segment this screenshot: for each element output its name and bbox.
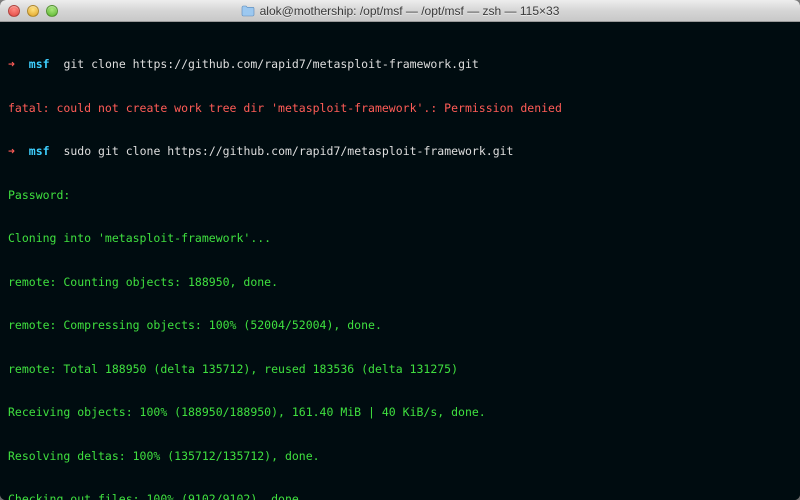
output-line: remote: Counting objects: 188950, done. xyxy=(8,275,792,290)
prompt-arrow-icon: ➜ xyxy=(8,57,15,71)
window-title: alok@mothership: /opt/msf — /opt/msf — z… xyxy=(0,0,800,21)
folder-icon xyxy=(241,5,255,17)
prompt-line: ➜ msf sudo git clone https://github.com/… xyxy=(8,144,792,159)
output-line: remote: Compressing objects: 100% (52004… xyxy=(8,318,792,333)
prompt-context: msf xyxy=(29,57,50,71)
command-text: sudo git clone https://github.com/rapid7… xyxy=(63,144,513,158)
terminal-body[interactable]: ➜ msf git clone https://github.com/rapid… xyxy=(0,22,800,500)
prompt-arrow-icon: ➜ xyxy=(8,144,15,158)
zoom-icon[interactable] xyxy=(46,5,58,17)
error-output: fatal: could not create work tree dir 'm… xyxy=(8,101,792,116)
output-line: remote: Total 188950 (delta 135712), reu… xyxy=(8,362,792,377)
prompt-line: ➜ msf git clone https://github.com/rapid… xyxy=(8,57,792,72)
prompt-context: msf xyxy=(29,144,50,158)
output-line: Password: xyxy=(8,188,792,203)
output-line: Cloning into 'metasploit-framework'... xyxy=(8,231,792,246)
command-text: git clone https://github.com/rapid7/meta… xyxy=(63,57,478,71)
window-controls xyxy=(0,5,58,17)
terminal-window: alok@mothership: /opt/msf — /opt/msf — z… xyxy=(0,0,800,500)
close-icon[interactable] xyxy=(8,5,20,17)
titlebar[interactable]: alok@mothership: /opt/msf — /opt/msf — z… xyxy=(0,0,800,22)
output-line: Resolving deltas: 100% (135712/135712), … xyxy=(8,449,792,464)
window-title-text: alok@mothership: /opt/msf — /opt/msf — z… xyxy=(260,4,560,18)
minimize-icon[interactable] xyxy=(27,5,39,17)
output-line: Receiving objects: 100% (188950/188950),… xyxy=(8,405,792,420)
output-line: Checking out files: 100% (9102/9102), do… xyxy=(8,492,792,500)
